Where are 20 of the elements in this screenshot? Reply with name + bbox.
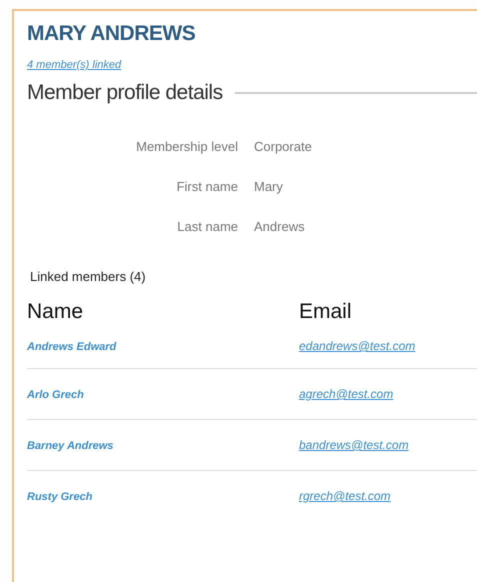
column-header: Email (299, 300, 352, 324)
member-link[interactable]: Arlo Grech (27, 389, 84, 401)
member-link[interactable]: Rusty Grech (27, 491, 92, 503)
member-link[interactable]: Barney Andrews (27, 440, 114, 452)
email-link[interactable]: agrech@test.com (299, 387, 394, 401)
email-link[interactable]: rgrech@test.com (299, 489, 391, 503)
email-link[interactable]: edandrews@test.com (299, 339, 416, 353)
column-header: Name (27, 300, 84, 324)
field-value: Mary (254, 179, 284, 194)
email-link[interactable]: bandrews@test.com (299, 438, 409, 452)
linked-members-title: Linked members (4) (30, 269, 147, 284)
member-link[interactable]: Andrews Edward (27, 341, 116, 353)
field-label: First name (176, 179, 238, 194)
section-heading: Member profile details (27, 81, 223, 105)
field-value: Andrews (254, 219, 306, 234)
linked-members-link[interactable]: 4 member(s) linked (27, 59, 122, 71)
field-label: Last name (176, 219, 238, 234)
field-value: Corporate (254, 139, 313, 154)
field-label: Membership level (135, 139, 238, 154)
member-name: MARY ANDREWS (27, 22, 196, 46)
